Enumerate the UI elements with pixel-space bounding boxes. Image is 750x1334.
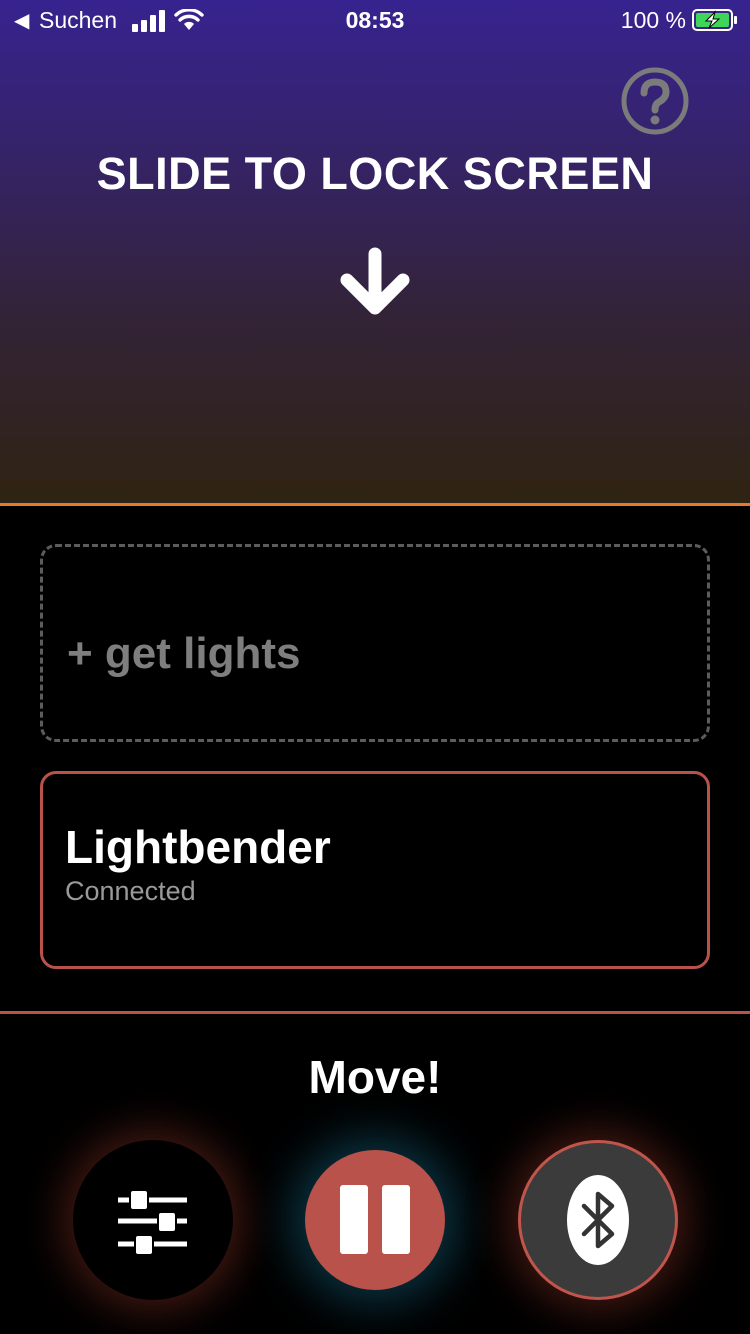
mode-label: Move!: [308, 1051, 442, 1103]
get-lights-label: + get lights: [67, 629, 301, 678]
device-card-lightbender[interactable]: Lightbender Connected: [40, 771, 710, 969]
bluetooth-icon: [567, 1175, 629, 1265]
status-bar: ◀ Suchen 08:53 100 %: [0, 0, 750, 42]
footer-divider: [0, 1011, 750, 1014]
bluetooth-button[interactable]: [518, 1140, 678, 1300]
section-divider: [0, 503, 750, 506]
arrow-down-icon: [340, 247, 410, 315]
sliders-icon: [118, 1189, 187, 1256]
help-icon[interactable]: [620, 66, 690, 136]
device-status: Connected: [65, 876, 196, 906]
battery-charging-icon: [692, 9, 737, 31]
battery-percent: 100 %: [620, 7, 686, 33]
pause-button[interactable]: [305, 1150, 445, 1290]
device-name: Lightbender: [65, 821, 331, 873]
settings-button[interactable]: [73, 1140, 233, 1300]
pause-icon: [340, 1185, 410, 1254]
get-lights-button[interactable]: + get lights: [40, 544, 710, 742]
page-title: SLIDE TO LOCK SCREEN: [96, 148, 654, 199]
